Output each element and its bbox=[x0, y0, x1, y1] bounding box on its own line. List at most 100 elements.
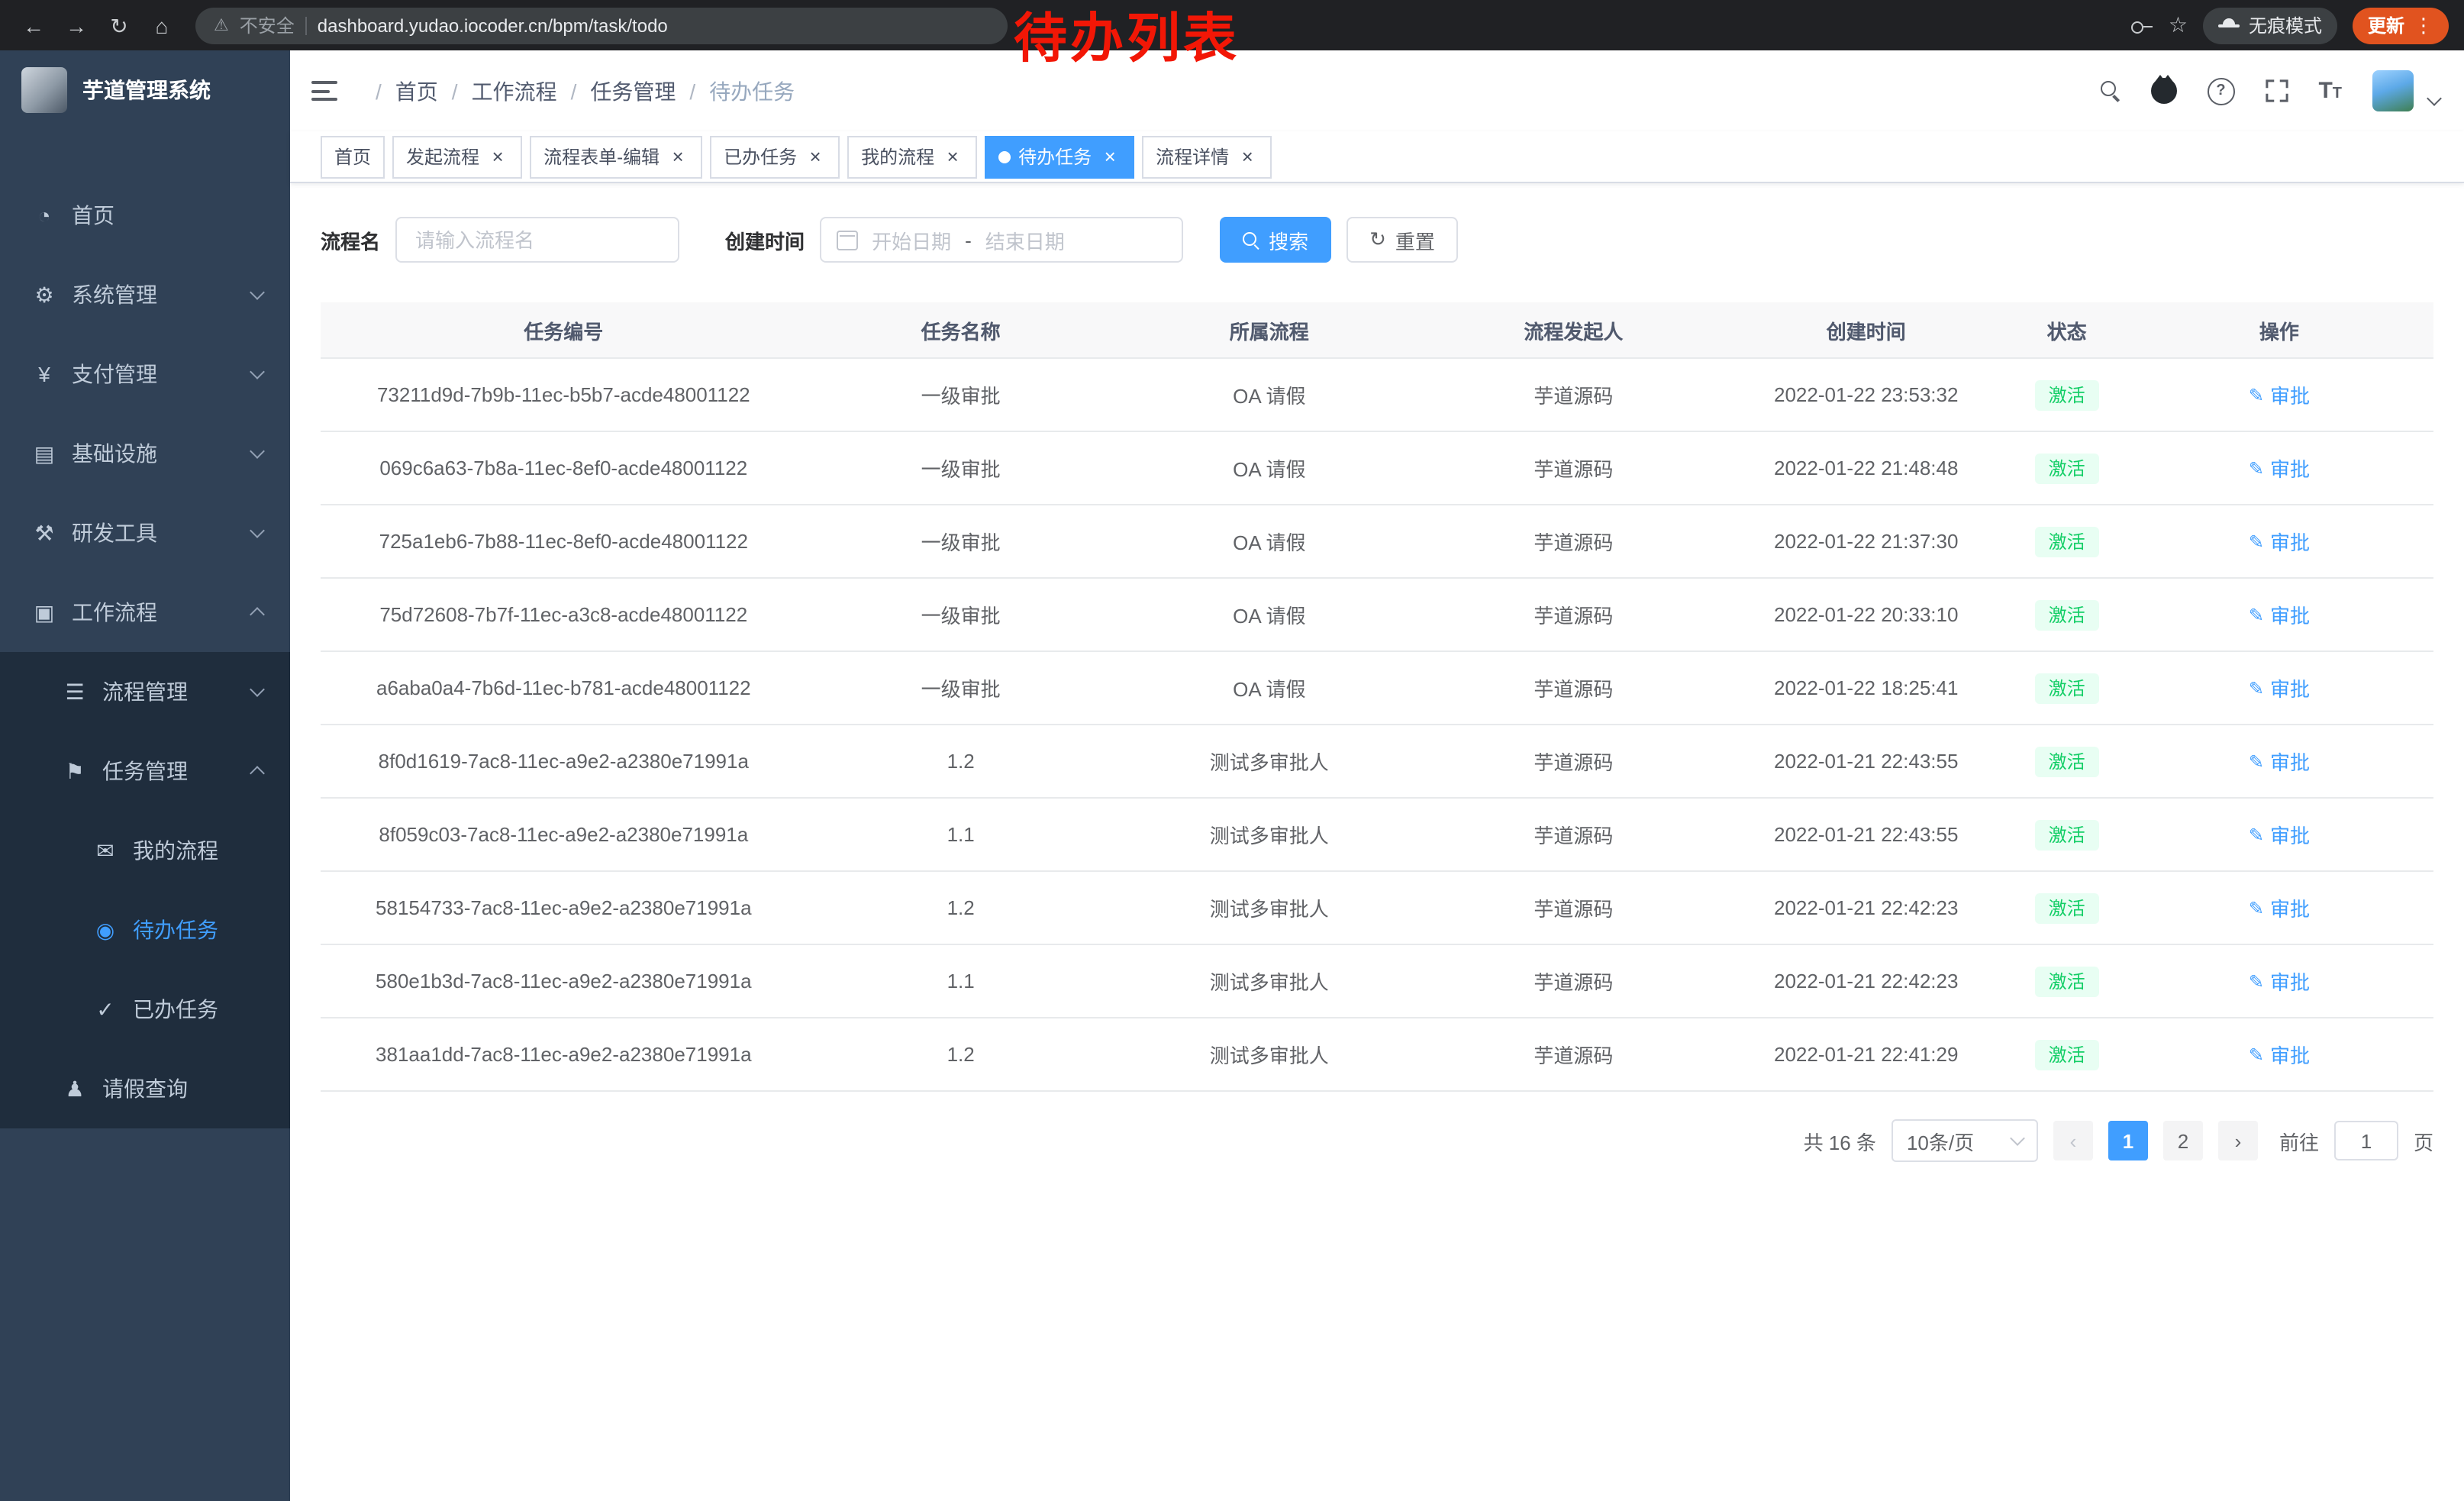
tab[interactable]: 发起流程 × bbox=[392, 135, 522, 178]
close-icon[interactable]: × bbox=[942, 146, 963, 167]
sidebar-item-label: 待办任务 bbox=[133, 915, 218, 945]
cell-task-id: 725a1eb6-7b88-11ec-8ef0-acde48001122 bbox=[321, 505, 807, 578]
github-icon[interactable] bbox=[2150, 78, 2176, 104]
cell-task-name: 1.2 bbox=[807, 725, 1115, 798]
cell-process: 测试多审批人 bbox=[1115, 1018, 1424, 1091]
page-button[interactable]: 1 bbox=[2108, 1121, 2148, 1160]
next-page-button[interactable]: › bbox=[2218, 1121, 2258, 1160]
sidebar-item[interactable]: ⚙ 系统管理 bbox=[0, 255, 290, 334]
close-icon[interactable]: × bbox=[1099, 146, 1121, 167]
dashboard-icon: ◔ bbox=[31, 203, 58, 228]
status-badge: 激活 bbox=[2035, 453, 2099, 483]
collapse-sidebar-icon[interactable] bbox=[311, 81, 337, 101]
app-logo[interactable]: 芋道管理系统 bbox=[0, 50, 290, 130]
cell-created: 2022-01-22 23:53:32 bbox=[1724, 358, 2009, 431]
close-icon[interactable]: × bbox=[1237, 146, 1258, 167]
tab[interactable]: 我的流程 × bbox=[847, 135, 977, 178]
forward-icon[interactable]: → bbox=[58, 7, 95, 44]
edit-icon: ✎ bbox=[2249, 677, 2264, 699]
reset-button[interactable]: ↻ 重置 bbox=[1346, 217, 1458, 263]
breadcrumb-item[interactable]: / 工作流程 bbox=[438, 76, 557, 106]
reload-icon[interactable]: ↻ bbox=[101, 7, 137, 44]
start-date-placeholder: 开始日期 bbox=[872, 225, 951, 254]
sidebar-item[interactable]: ▤ 基础设施 bbox=[0, 414, 290, 493]
chevron-icon bbox=[250, 523, 265, 538]
sidebar-item[interactable]: ¥ 支付管理 bbox=[0, 334, 290, 414]
page-size-select[interactable]: 10条/页 bbox=[1892, 1119, 2038, 1162]
approve-link[interactable]: ✎ 审批 bbox=[2249, 673, 2310, 702]
process-name-input[interactable] bbox=[395, 217, 679, 263]
sidebar-item[interactable]: ⚑ 任务管理 bbox=[0, 731, 290, 811]
search-icon[interactable] bbox=[2100, 81, 2120, 101]
sidebar-item[interactable]: ⚒ 研发工具 bbox=[0, 493, 290, 573]
tab[interactable]: 首页 × bbox=[321, 135, 385, 178]
page-buttons: 1 2 bbox=[2108, 1121, 2203, 1160]
approve-link[interactable]: ✎ 审批 bbox=[2249, 967, 2310, 996]
breadcrumb-item[interactable]: / 任务管理 bbox=[557, 76, 676, 106]
breadcrumb-item[interactable]: / 首页 bbox=[362, 76, 438, 106]
tab-label: 流程详情 bbox=[1156, 144, 1229, 169]
close-icon[interactable]: × bbox=[667, 146, 689, 167]
avatar-caret-icon[interactable] bbox=[2427, 91, 2442, 106]
close-icon[interactable]: × bbox=[487, 146, 508, 167]
chevron-icon bbox=[250, 682, 265, 697]
fullscreen-icon[interactable] bbox=[2265, 79, 2288, 102]
sidebar-item[interactable]: ◉ 待办任务 bbox=[0, 890, 290, 970]
cell-task-id: 58154733-7ac8-11ec-a9e2-a2380e71991a bbox=[321, 871, 807, 944]
tab[interactable]: 待办任务 × bbox=[985, 135, 1134, 178]
approve-link[interactable]: ✎ 审批 bbox=[2249, 380, 2310, 409]
sidebar-item[interactable]: ✓ 已办任务 bbox=[0, 970, 290, 1049]
approve-link[interactable]: ✎ 审批 bbox=[2249, 747, 2310, 776]
sidebar-item[interactable]: ♟ 请假查询 bbox=[0, 1049, 290, 1128]
close-icon[interactable]: × bbox=[805, 146, 826, 167]
reset-icon: ↻ bbox=[1369, 228, 1386, 252]
tab[interactable]: 流程表单-编辑 × bbox=[530, 135, 702, 178]
update-button[interactable]: 更新 ⋮ bbox=[2353, 7, 2449, 44]
cell-task-id: 8f0d1619-7ac8-11ec-a9e2-a2380e71991a bbox=[321, 725, 807, 798]
page-button[interactable]: 2 bbox=[2163, 1121, 2203, 1160]
edit-icon: ✎ bbox=[2249, 457, 2264, 479]
goto-page-input[interactable] bbox=[2334, 1121, 2398, 1160]
font-size-icon[interactable]: T T bbox=[2318, 79, 2342, 102]
sidebar-item-label: 我的流程 bbox=[133, 835, 218, 866]
sidebar-item[interactable]: ▣ 工作流程 bbox=[0, 573, 290, 652]
task-table-wrap: 任务编号 任务名称 所属流程 流程发起人 创建时间 bbox=[321, 302, 2433, 1092]
back-icon[interactable]: ← bbox=[15, 7, 52, 44]
home-icon[interactable]: ⌂ bbox=[144, 7, 180, 44]
prev-page-button[interactable]: ‹ bbox=[2053, 1121, 2093, 1160]
cell-task-id: a6aba0a4-7b6d-11ec-b781-acde48001122 bbox=[321, 651, 807, 725]
approve-link[interactable]: ✎ 审批 bbox=[2249, 527, 2310, 556]
approve-link[interactable]: ✎ 审批 bbox=[2249, 600, 2310, 629]
cell-created: 2022-01-22 21:48:48 bbox=[1724, 431, 2009, 505]
date-range-picker[interactable]: 开始日期 - 结束日期 bbox=[820, 217, 1183, 263]
approve-link[interactable]: ✎ 审批 bbox=[2249, 1040, 2310, 1069]
cell-process: 测试多审批人 bbox=[1115, 944, 1424, 1018]
edit-icon: ✎ bbox=[2249, 897, 2264, 918]
approve-link[interactable]: ✎ 审批 bbox=[2249, 893, 2310, 922]
sidebar-item[interactable]: ◔ 首页 bbox=[0, 176, 290, 255]
password-key-icon[interactable] bbox=[2132, 15, 2153, 36]
cell-task-name: 1.1 bbox=[807, 798, 1115, 871]
approve-label: 审批 bbox=[2270, 747, 2310, 776]
tab[interactable]: 流程详情 × bbox=[1142, 135, 1272, 178]
search-button[interactable]: 搜索 bbox=[1220, 217, 1331, 263]
browser-toolbar: ← → ↻ ⌂ ⚠ 不安全 dashboard.yudao.iocoder.cn… bbox=[0, 0, 2464, 50]
tab-label: 流程表单-编辑 bbox=[543, 144, 660, 169]
sidebar-item[interactable]: ☰ 流程管理 bbox=[0, 652, 290, 731]
approve-label: 审批 bbox=[2270, 820, 2310, 849]
cell-task-id: 580e1b3d-7ac8-11ec-a9e2-a2380e71991a bbox=[321, 944, 807, 1018]
sidebar-item[interactable]: ✉ 我的流程 bbox=[0, 811, 290, 890]
help-icon[interactable]: ? bbox=[2207, 77, 2234, 105]
bookmark-star-icon[interactable]: ☆ bbox=[2169, 12, 2188, 38]
approve-link[interactable]: ✎ 审批 bbox=[2249, 454, 2310, 483]
tab[interactable]: 已办任务 × bbox=[710, 135, 840, 178]
settings-icon: ⚙ bbox=[31, 282, 58, 308]
sidebar-item-label: 流程管理 bbox=[102, 676, 188, 707]
infrastructure-icon: ▤ bbox=[31, 441, 58, 466]
breadcrumb-item[interactable]: / 待办任务 bbox=[676, 76, 795, 106]
browser-menu-icon[interactable]: ⋮ bbox=[2414, 13, 2433, 37]
edit-icon: ✎ bbox=[2249, 604, 2264, 625]
avatar[interactable] bbox=[2372, 70, 2414, 111]
approve-link[interactable]: ✎ 审批 bbox=[2249, 820, 2310, 849]
address-bar[interactable]: ⚠ 不安全 dashboard.yudao.iocoder.cn/bpm/tas… bbox=[195, 7, 1008, 44]
